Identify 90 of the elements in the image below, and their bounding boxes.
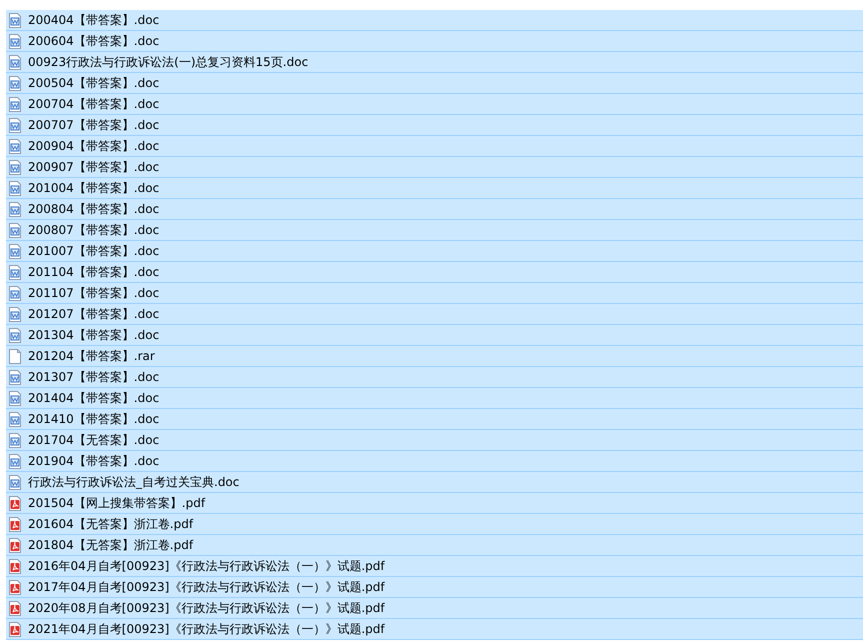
document-icon [9,306,21,322]
file-row[interactable]: 201704【无答案】.doc [6,430,863,451]
pdf-icon [9,558,21,574]
file-icon [9,348,21,364]
pdf-icon [9,516,21,532]
file-name: 201904【带答案】.doc [28,452,160,470]
file-row[interactable]: 2021年04月自考[00923]《行政法与行政诉讼法（一）》试题.pdf [6,619,863,640]
file-name: 200704【带答案】.doc [28,96,160,112]
document-icon [9,412,21,426]
file-row[interactable]: 201107【带答案】.doc [6,283,863,304]
pdf-icon [9,622,21,636]
file-row[interactable]: 2017年04月自考[00923]《行政法与行政诉讼法（一）》试题.pdf [6,577,863,598]
file-row[interactable]: 200704【带答案】.doc [6,94,863,115]
file-name: 201704【无答案】.doc [28,432,160,448]
file-row[interactable]: 2016年04月自考[00923]《行政法与行政诉讼法（一）》试题.pdf [6,556,863,577]
file-name: 201504【网上搜集带答案】.pdf [28,494,206,512]
document-icon [9,328,21,342]
file-name: 201410【带答案】.doc [28,410,160,428]
file-name: 2017年04月自考[00923]《行政法与行政诉讼法（一）》试题.pdf [28,578,385,596]
file-row[interactable]: 200707【带答案】.doc [6,115,863,136]
document-icon [9,54,21,70]
file-name: 201604【无答案】浙江卷.pdf [28,516,194,532]
file-row[interactable]: 200904【带答案】.doc [6,136,863,157]
file-name: 201004【带答案】.doc [28,180,160,196]
pdf-icon [9,600,21,616]
file-row[interactable]: 201004【带答案】.doc [6,178,863,199]
file-name: 200807【带答案】.doc [28,222,160,238]
file-name: 200604【带答案】.doc [28,32,160,50]
file-row[interactable]: 201604【无答案】浙江卷.pdf [6,514,863,535]
file-name: 200404【带答案】.doc [28,12,160,28]
document-icon [9,222,21,238]
file-row[interactable]: 201207【带答案】.doc [6,304,863,325]
file-row[interactable]: 201304【带答案】.doc [6,325,863,346]
file-name: 201007【带答案】.doc [28,242,160,260]
document-icon [9,96,21,112]
file-row[interactable]: 00923行政法与行政诉讼法(一)总复习资料15页.doc [6,52,863,73]
document-icon [9,202,21,216]
document-icon [9,76,21,90]
document-icon [9,244,21,258]
file-name: 2021年04月自考[00923]《行政法与行政诉讼法（一）》试题.pdf [28,620,385,638]
file-name: 200904【带答案】.doc [28,138,160,154]
file-name: 201207【带答案】.doc [28,306,160,322]
file-row[interactable]: 201104【带答案】.doc [6,262,863,283]
file-row[interactable]: 201204【带答案】.rar [6,346,863,367]
file-name: 00923行政法与行政诉讼法(一)总复习资料15页.doc [28,54,308,70]
file-row[interactable]: 200504【带答案】.doc [6,73,863,94]
document-icon [9,432,21,448]
file-row[interactable]: 200604【带答案】.doc [6,31,863,52]
file-name: 201404【带答案】.doc [28,390,160,406]
file-name: 200804【带答案】.doc [28,200,160,218]
file-name: 201107【带答案】.doc [28,284,160,302]
document-icon [9,286,21,300]
document-icon [9,264,21,280]
file-name: 201307【带答案】.doc [28,368,160,386]
document-icon [9,180,21,196]
document-icon [9,474,21,490]
file-row[interactable]: 200807【带答案】.doc [6,220,863,241]
document-icon [9,138,21,154]
file-name: 201304【带答案】.doc [28,326,160,344]
file-row[interactable]: 2020年08月自考[00923]《行政法与行政诉讼法（一）》试题.pdf [6,598,863,619]
pdf-icon [9,538,21,552]
file-row[interactable]: 201007【带答案】.doc [6,241,863,262]
file-row[interactable]: 200804【带答案】.doc [6,199,863,220]
document-icon [9,390,21,406]
file-row[interactable]: 201804【无答案】浙江卷.pdf [6,535,863,556]
pdf-icon [9,496,21,510]
file-name: 2016年04月自考[00923]《行政法与行政诉讼法（一）》试题.pdf [28,558,385,574]
document-icon [9,118,21,132]
document-icon [9,34,21,48]
file-row[interactable]: 201404【带答案】.doc [6,388,863,409]
file-name: 200707【带答案】.doc [28,116,160,134]
file-row[interactable]: 200404【带答案】.doc [6,10,863,31]
document-icon [9,370,21,384]
file-name: 201204【带答案】.rar [28,348,155,364]
file-row[interactable]: 201307【带答案】.doc [6,367,863,388]
pdf-icon [9,580,21,594]
file-row[interactable]: 201504【网上搜集带答案】.pdf [6,493,863,514]
file-name: 2020年08月自考[00923]《行政法与行政诉讼法（一）》试题.pdf [28,600,385,616]
file-name: 行政法与行政诉讼法_自考过关宝典.doc [28,474,240,490]
file-row[interactable]: 201904【带答案】.doc [6,451,863,472]
file-name: 200907【带答案】.doc [28,158,160,176]
file-name: 201804【无答案】浙江卷.pdf [28,536,194,554]
document-icon [9,12,21,28]
file-name: 201104【带答案】.doc [28,264,160,280]
file-row[interactable]: 200907【带答案】.doc [6,157,863,178]
file-row[interactable]: 201410【带答案】.doc [6,409,863,430]
file-name: 200504【带答案】.doc [28,74,160,92]
file-row[interactable]: 行政法与行政诉讼法_自考过关宝典.doc [6,472,863,493]
document-icon [9,160,21,174]
document-icon [9,454,21,468]
